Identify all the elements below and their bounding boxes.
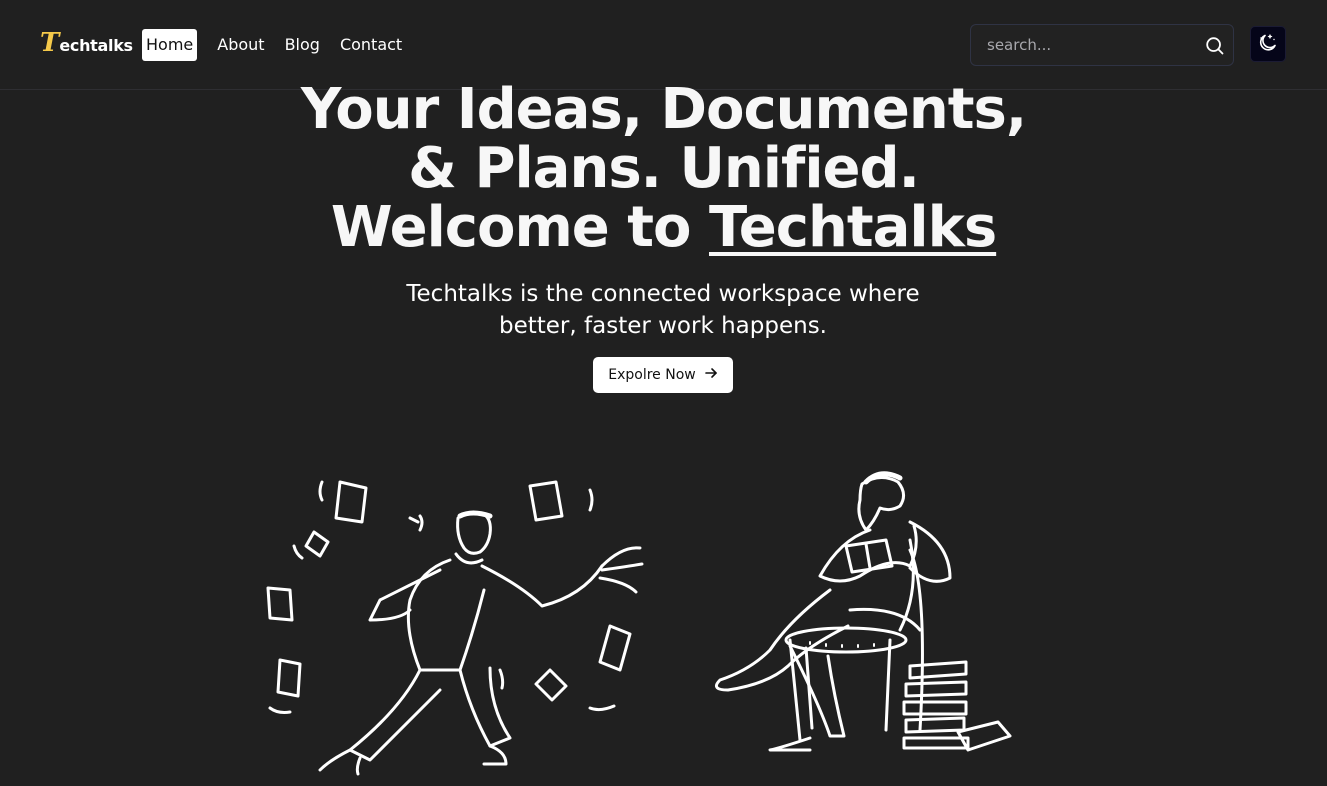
search-box [970, 24, 1234, 66]
logo-initial: T [40, 28, 60, 58]
hero-title: Your Ideas, Documents, & Plans. Unified.… [0, 80, 1327, 257]
reading-person-figure [714, 471, 1012, 752]
moon-stars-icon [1257, 31, 1279, 57]
hero-title-line-3: Welcome to Techtalks [0, 198, 1327, 257]
logo-text: echtalks [59, 36, 133, 55]
hero-title-line-1: Your Ideas, Documents, [300, 77, 1027, 142]
arrow-right-icon [704, 366, 718, 384]
hero-illustration [250, 470, 1030, 780]
juggling-person-figure [266, 480, 644, 776]
main-nav: Home About Blog Contact [142, 29, 412, 61]
hero-subtitle-line-1: Techtalks is the connected workspace whe… [406, 281, 920, 307]
hero-title-line-2: & Plans. Unified. [408, 136, 920, 201]
hero-subtitle: Techtalks is the connected workspace whe… [363, 278, 963, 342]
nav-item-contact[interactable]: Contact [330, 29, 412, 61]
nav-item-about[interactable]: About [207, 29, 274, 61]
explore-button[interactable]: Expolre Now [593, 357, 733, 393]
nav-item-home[interactable]: Home [142, 29, 198, 61]
nav-item-blog[interactable]: Blog [275, 29, 330, 61]
hero-title-brand: Techtalks [709, 195, 997, 260]
theme-toggle-button[interactable] [1250, 26, 1286, 62]
hero-title-prefix: Welcome to [330, 195, 710, 260]
search-input[interactable] [972, 26, 1192, 64]
logo[interactable]: T echtalks [40, 30, 133, 56]
search-icon[interactable] [1205, 36, 1225, 56]
hero-subtitle-line-2: better, faster work happens. [499, 313, 827, 339]
explore-button-label: Expolre Now [608, 367, 696, 383]
